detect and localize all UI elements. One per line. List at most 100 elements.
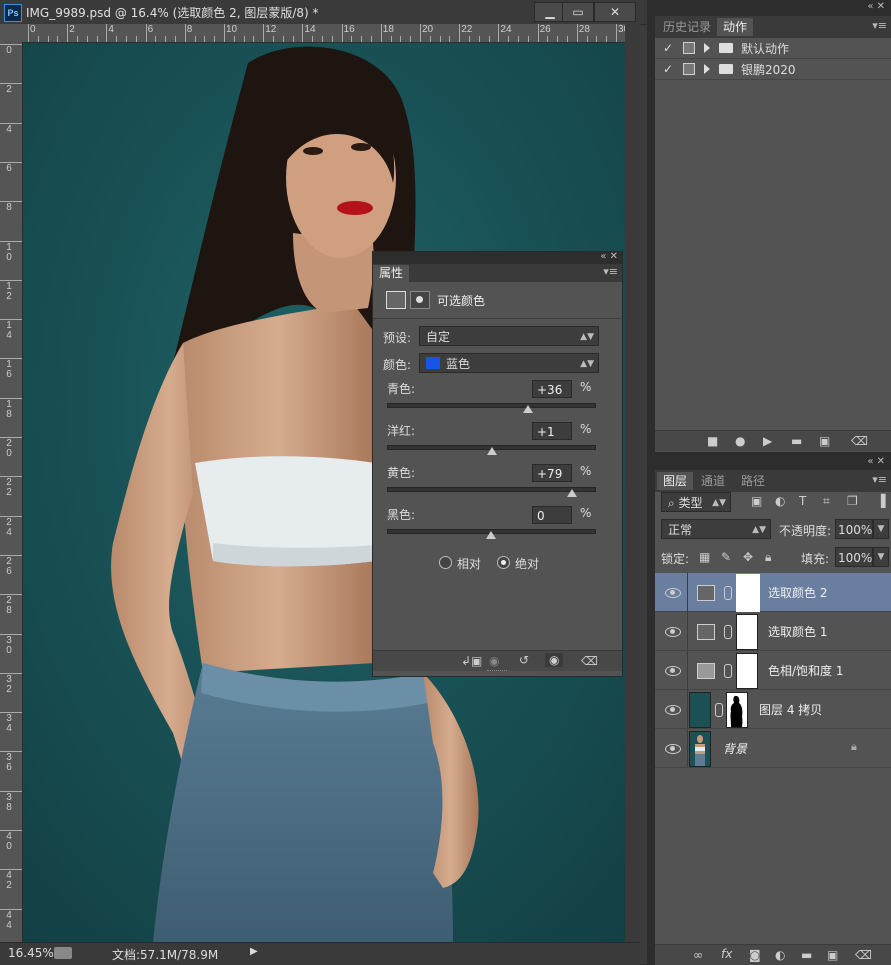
panel-divider[interactable]	[647, 0, 655, 964]
lock-transparent-icon[interactable]: ▦	[699, 550, 710, 564]
play-icon[interactable]: ▶	[763, 434, 772, 448]
selective-color-adjustment-icon[interactable]	[386, 291, 406, 309]
preset-select[interactable]: 自定 ▲▼	[419, 326, 599, 346]
collapse-icon[interactable]: « ✕	[600, 251, 618, 262]
add-mask-icon[interactable]: ◙	[749, 948, 761, 962]
trash-icon[interactable]: ⌫	[851, 434, 868, 448]
visibility-eye-icon[interactable]	[665, 588, 681, 598]
mask-link-icon[interactable]	[715, 703, 723, 717]
background-thumbnail[interactable]	[689, 731, 711, 767]
black-slider-thumb[interactable]	[485, 531, 496, 539]
filter-smartobject-icon[interactable]: ❐	[847, 494, 858, 508]
expand-triangle-icon[interactable]	[704, 43, 710, 53]
layer-filter-select[interactable]: ⌕ 类型 ▲▼	[661, 492, 731, 512]
ruler-origin[interactable]	[0, 24, 22, 42]
lock-pixels-icon[interactable]: ✎	[721, 550, 731, 564]
layer-name[interactable]: 色相/饱和度 1	[768, 662, 844, 679]
check-icon[interactable]: ✓	[663, 63, 675, 75]
filter-pixel-icon[interactable]: ▣	[751, 494, 762, 508]
filter-type-icon[interactable]: T	[799, 494, 806, 508]
close-button[interactable]: ✕	[594, 2, 636, 22]
check-icon[interactable]: ✓	[663, 42, 675, 54]
stop-icon[interactable]: ■	[707, 434, 718, 448]
visibility-eye-icon[interactable]	[665, 705, 681, 715]
filter-adjustment-icon[interactable]: ◐	[775, 494, 785, 508]
mask-link-icon[interactable]	[724, 586, 732, 600]
tab-paths[interactable]: 路径	[735, 472, 771, 490]
layer-name[interactable]: 背景	[723, 740, 747, 757]
absolute-radio[interactable]	[497, 556, 510, 569]
new-action-icon[interactable]: ▣	[819, 434, 830, 448]
selective-color-icon[interactable]	[697, 624, 715, 640]
tab-history[interactable]: 历史记录	[657, 18, 717, 36]
yellow-input[interactable]: +79	[532, 464, 572, 482]
filter-shape-icon[interactable]: ⌗	[823, 494, 830, 509]
vertical-ruler[interactable]: 0246810121416182022242628303234363840424…	[0, 42, 23, 942]
layer-name[interactable]: 图层 4 拷贝	[759, 701, 822, 718]
color-select[interactable]: 蓝色 ▲▼	[419, 353, 599, 373]
tab-channels[interactable]: 通道	[695, 472, 731, 490]
document-title-bar[interactable]: Ps IMG_9989.psd @ 16.4% (选取颜色 2, 图层蒙版/8)…	[0, 0, 647, 25]
mask-link-icon[interactable]	[724, 625, 732, 639]
vertical-scrollbar[interactable]	[625, 24, 640, 942]
panel-menu-icon[interactable]: ▾≡	[603, 265, 618, 278]
opacity-dropdown-icon[interactable]: ▼	[873, 519, 889, 539]
new-group-icon[interactable]: ▬	[801, 948, 812, 962]
collapse-icon[interactable]: « ✕	[867, 1, 885, 12]
mask-link-icon[interactable]	[724, 664, 732, 678]
layer-row[interactable]: 背景 🔒︎	[655, 729, 891, 768]
action-set-row[interactable]: ✓ 银鹏2020	[655, 59, 891, 80]
link-layers-icon[interactable]: ∞	[693, 948, 703, 962]
layer-name[interactable]: 选取颜色 1	[768, 623, 827, 640]
yellow-slider-track[interactable]	[387, 487, 596, 492]
yellow-slider-thumb[interactable]	[567, 489, 578, 497]
tab-properties[interactable]: 属性	[373, 265, 410, 282]
resize-grip-icon[interactable]	[487, 670, 507, 675]
layer-mask-thumbnail[interactable]	[736, 653, 758, 689]
status-menu-icon[interactable]	[54, 947, 72, 959]
reset-icon[interactable]: ↺	[519, 653, 529, 667]
visibility-eye-icon[interactable]	[665, 744, 681, 754]
cyan-input[interactable]: +36	[532, 380, 572, 398]
status-expand-icon[interactable]: ▶	[250, 946, 258, 957]
fill-dropdown-icon[interactable]: ▼	[873, 547, 889, 567]
mask-icon[interactable]	[410, 291, 430, 309]
magenta-slider-thumb[interactable]	[486, 447, 497, 455]
action-set-row[interactable]: ✓ 默认动作	[655, 38, 891, 59]
collapse-icon[interactable]: « ✕	[867, 456, 885, 467]
record-icon[interactable]: ●	[735, 434, 745, 448]
layer-row[interactable]: 选取颜色 2	[655, 573, 891, 612]
black-input[interactable]: 0	[532, 506, 572, 524]
expand-triangle-icon[interactable]	[704, 64, 710, 74]
dialog-toggle-icon[interactable]	[683, 42, 695, 54]
zoom-level[interactable]: 16.45%	[8, 946, 54, 960]
layer-row[interactable]: 色相/饱和度 1	[655, 651, 891, 690]
hue-saturation-icon[interactable]	[697, 663, 715, 679]
lock-all-icon[interactable]: 🔒︎	[765, 550, 771, 565]
tab-layers[interactable]: 图层	[657, 472, 694, 490]
new-layer-icon[interactable]: ▣	[827, 948, 838, 962]
panel-header-strip[interactable]: « ✕	[373, 251, 622, 264]
new-set-icon[interactable]: ▬	[791, 434, 802, 448]
magenta-input[interactable]: +1	[532, 422, 572, 440]
trash-icon[interactable]: ⌫	[855, 948, 872, 962]
layer-row[interactable]: 图层 4 拷贝	[655, 690, 891, 729]
selective-color-icon[interactable]	[697, 585, 715, 601]
cyan-slider-thumb[interactable]	[522, 405, 533, 413]
layer-row[interactable]: 选取颜色 1	[655, 612, 891, 651]
relative-radio[interactable]	[439, 556, 452, 569]
restore-button[interactable]: ▭	[562, 2, 594, 22]
layer-mask-thumbnail[interactable]	[736, 614, 758, 650]
panel-menu-icon[interactable]: ▾≡	[872, 19, 887, 32]
layer-thumbnail[interactable]	[689, 692, 711, 728]
panel-menu-icon[interactable]: ▾≡	[872, 473, 887, 486]
new-adjustment-icon[interactable]: ◐	[775, 948, 785, 962]
layer-name[interactable]: 选取颜色 2	[768, 584, 827, 601]
cyan-slider-track[interactable]	[387, 403, 596, 408]
visibility-eye-icon[interactable]	[665, 666, 681, 676]
filter-toggle-icon[interactable]: ▌	[881, 494, 890, 508]
clip-to-layer-icon[interactable]: ↲▣	[461, 654, 482, 668]
visibility-eye-icon[interactable]	[665, 627, 681, 637]
trash-icon[interactable]: ⌫	[581, 654, 598, 668]
relative-label[interactable]: 相对	[457, 555, 481, 572]
